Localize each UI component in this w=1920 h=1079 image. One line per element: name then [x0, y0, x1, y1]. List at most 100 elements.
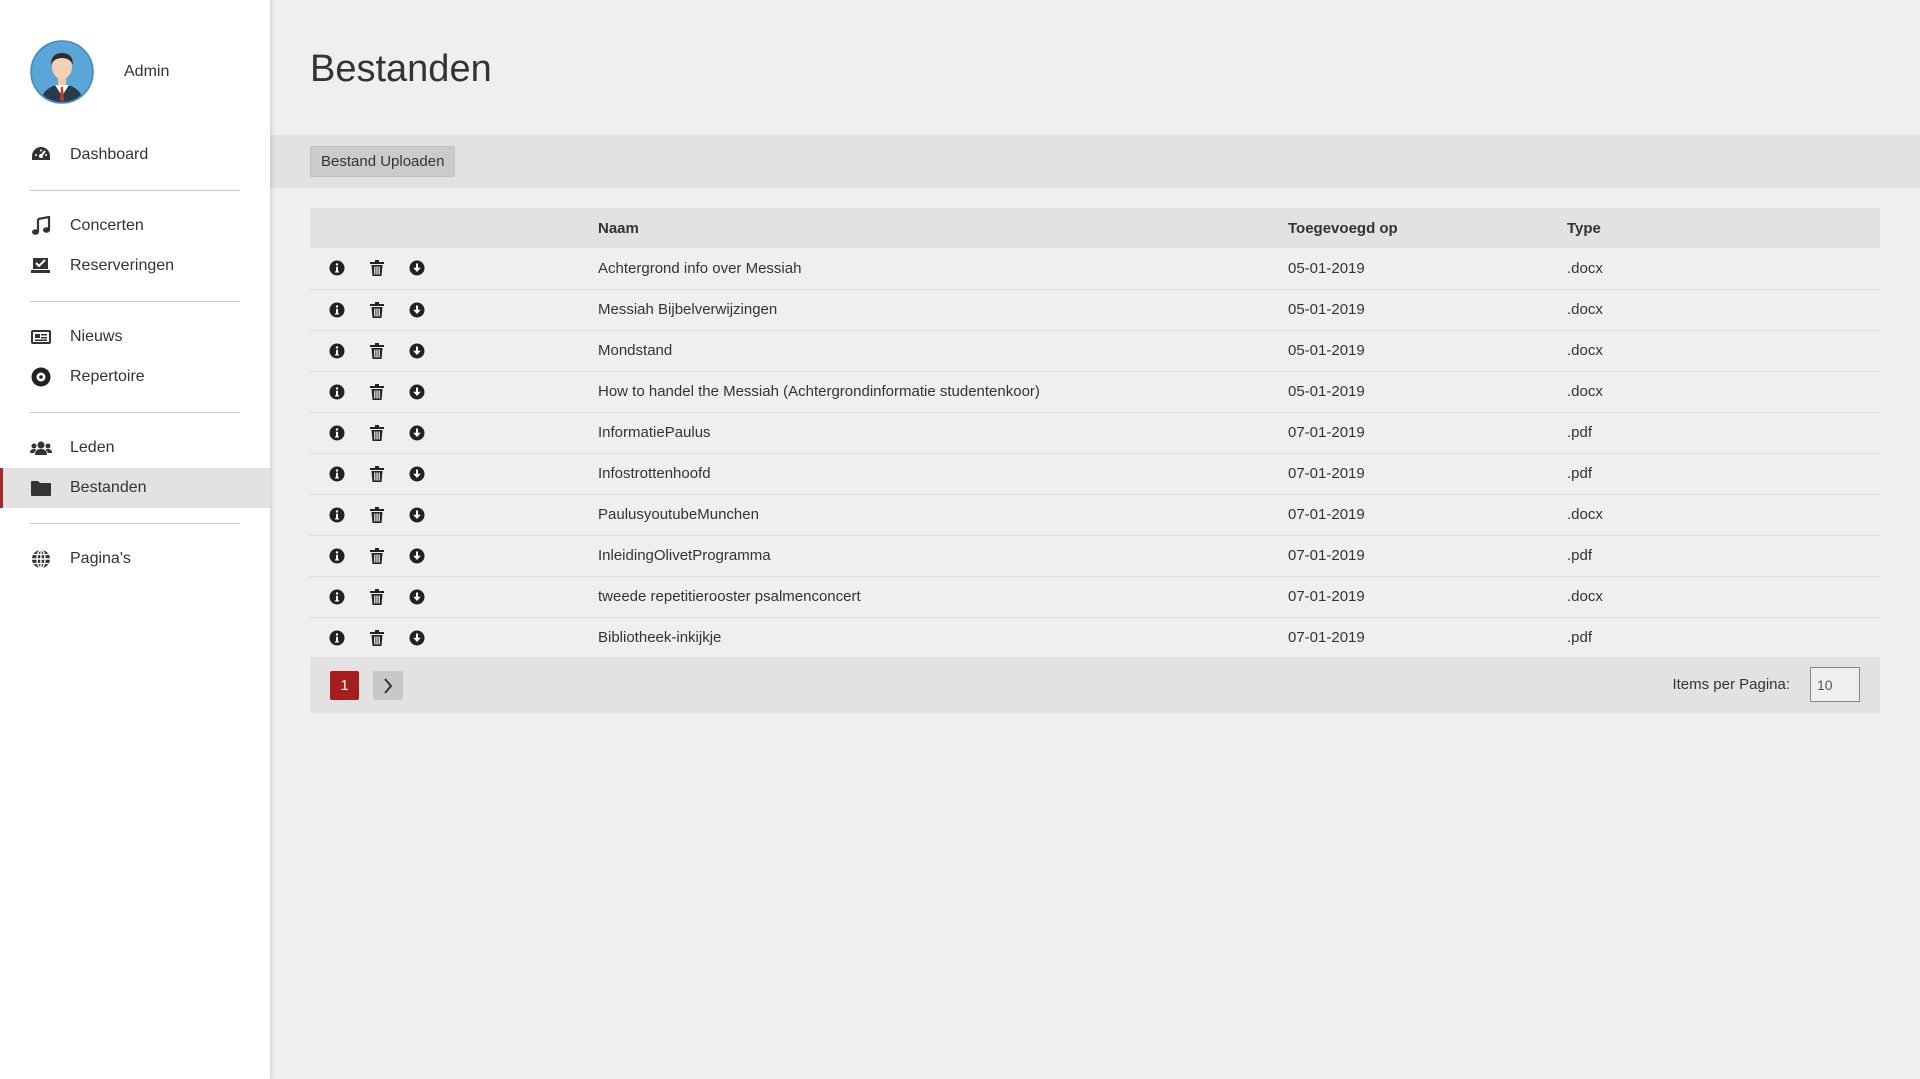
info-icon[interactable] — [328, 629, 346, 647]
download-icon[interactable] — [408, 383, 426, 401]
file-type: .docx — [1567, 383, 1603, 400]
trash-icon[interactable] — [368, 588, 386, 606]
file-name: InleidingOlivetProgramma — [598, 547, 771, 564]
trash-icon[interactable] — [368, 301, 386, 319]
file-name: Mondstand — [598, 342, 673, 359]
main-content: Bestanden Bestand Uploaden Naam Toegevoe… — [270, 0, 1920, 1079]
upload-file-button[interactable]: Bestand Uploaden — [310, 146, 456, 177]
sidebar-item-repertoire[interactable]: Repertoire — [0, 357, 270, 397]
table-row: Messiah Bijbelverwijzingen 05-01-2019 .d… — [310, 289, 1880, 330]
info-icon[interactable] — [328, 506, 346, 524]
row-actions — [310, 330, 598, 371]
music-icon — [30, 215, 52, 237]
file-type: .docx — [1567, 259, 1603, 277]
divider — [30, 523, 240, 524]
divider — [30, 301, 240, 302]
sidebar-item-label: Concerten — [70, 217, 144, 234]
table-row: Achtergrond info over Messiah 05-01-2019… — [310, 248, 1880, 289]
row-actions — [310, 576, 598, 617]
trash-icon[interactable] — [368, 383, 386, 401]
download-icon[interactable] — [408, 465, 426, 483]
file-type: .pdf — [1567, 465, 1593, 482]
items-per-page-input[interactable] — [1810, 667, 1860, 702]
sidebar-item-bestanden[interactable]: Bestanden — [0, 468, 270, 508]
row-actions — [310, 412, 598, 453]
info-icon[interactable] — [328, 547, 346, 565]
reservations-icon — [30, 255, 52, 277]
chevron-right-icon — [384, 677, 393, 694]
trash-icon[interactable] — [368, 342, 386, 360]
info-icon[interactable] — [328, 259, 346, 277]
info-icon[interactable] — [328, 383, 346, 401]
user-profile: Admin — [30, 40, 169, 104]
file-name: PaulusyoutubeMunchen — [598, 506, 759, 523]
column-header-type[interactable]: Type — [1567, 208, 1880, 248]
table-row: PaulusyoutubeMunchen 07-01-2019 .docx — [310, 494, 1880, 535]
sidebar-item-label: Bestanden — [70, 479, 147, 496]
avatar — [30, 40, 94, 104]
trash-icon[interactable] — [368, 465, 386, 483]
file-name: Infostrottenhoofd — [598, 465, 711, 482]
file-type: .pdf — [1567, 424, 1593, 441]
sidebar-item-concerten[interactable]: Concerten — [0, 206, 270, 246]
info-icon[interactable] — [328, 465, 346, 483]
pagination-bar: 1 Items per Pagina: — [310, 657, 1880, 713]
sidebar-item-label: Pagina's — [70, 550, 131, 567]
info-icon[interactable] — [328, 301, 346, 319]
download-icon[interactable] — [408, 259, 426, 277]
folder-icon — [30, 477, 52, 499]
sidebar-item-label: Leden — [70, 439, 115, 456]
download-icon[interactable] — [408, 342, 426, 360]
download-icon[interactable] — [408, 424, 426, 442]
file-date: 07-01-2019 — [1288, 547, 1365, 564]
trash-icon[interactable] — [368, 629, 386, 647]
file-name: InformatiePaulus — [598, 424, 711, 441]
file-name: Bibliotheek-inkijkje — [598, 629, 722, 646]
divider — [30, 412, 240, 413]
file-type: .pdf — [1567, 547, 1593, 564]
info-icon[interactable] — [328, 424, 346, 442]
next-page-button[interactable] — [373, 671, 403, 700]
sidebar-item-paginas[interactable]: Pagina's — [0, 539, 270, 579]
download-icon[interactable] — [408, 301, 426, 319]
download-icon[interactable] — [408, 506, 426, 524]
column-header-date[interactable]: Toegevoegd op — [1288, 208, 1567, 248]
sidebar: Admin Dashboard Concerten Reserveringen — [0, 0, 270, 1079]
sidebar-item-leden[interactable]: Leden — [0, 428, 270, 468]
file-name: tweede repetitierooster psalmenconcert — [598, 588, 861, 605]
record-icon — [30, 366, 52, 388]
trash-icon[interactable] — [368, 424, 386, 442]
file-type: .pdf — [1567, 629, 1593, 646]
dashboard-icon — [30, 144, 52, 166]
download-icon[interactable] — [408, 588, 426, 606]
sidebar-item-dashboard[interactable]: Dashboard — [0, 135, 270, 175]
trash-icon[interactable] — [368, 259, 386, 277]
file-type: .docx — [1567, 588, 1603, 605]
table-row: How to handel the Messiah (Achtergrondin… — [310, 371, 1880, 412]
sidebar-item-reserveringen[interactable]: Reserveringen — [0, 246, 270, 286]
file-date: 05-01-2019 — [1288, 342, 1365, 359]
info-icon[interactable] — [328, 342, 346, 360]
sidebar-item-label: Dashboard — [70, 146, 149, 163]
download-icon[interactable] — [408, 629, 426, 647]
download-icon[interactable] — [408, 547, 426, 565]
sidebar-item-label: Reserveringen — [70, 257, 175, 274]
row-actions — [310, 494, 598, 535]
toolbar: Bestand Uploaden — [270, 135, 1920, 188]
globe-icon — [30, 548, 52, 570]
file-date: 07-01-2019 — [1288, 629, 1365, 646]
divider — [30, 190, 240, 191]
trash-icon[interactable] — [368, 506, 386, 524]
info-icon[interactable] — [328, 588, 346, 606]
table-row: Mondstand 05-01-2019 .docx — [310, 330, 1880, 371]
row-actions — [310, 535, 598, 576]
trash-icon[interactable] — [368, 547, 386, 565]
file-date: 07-01-2019 — [1288, 424, 1365, 441]
row-actions — [310, 617, 598, 658]
page-button-current[interactable]: 1 — [330, 671, 359, 700]
column-header-name[interactable]: Naam — [598, 208, 1288, 248]
user-name: Admin — [124, 63, 170, 80]
sidebar-item-nieuws[interactable]: Nieuws — [0, 317, 270, 357]
items-per-page-label: Items per Pagina: — [1672, 676, 1790, 693]
row-actions — [310, 371, 598, 412]
